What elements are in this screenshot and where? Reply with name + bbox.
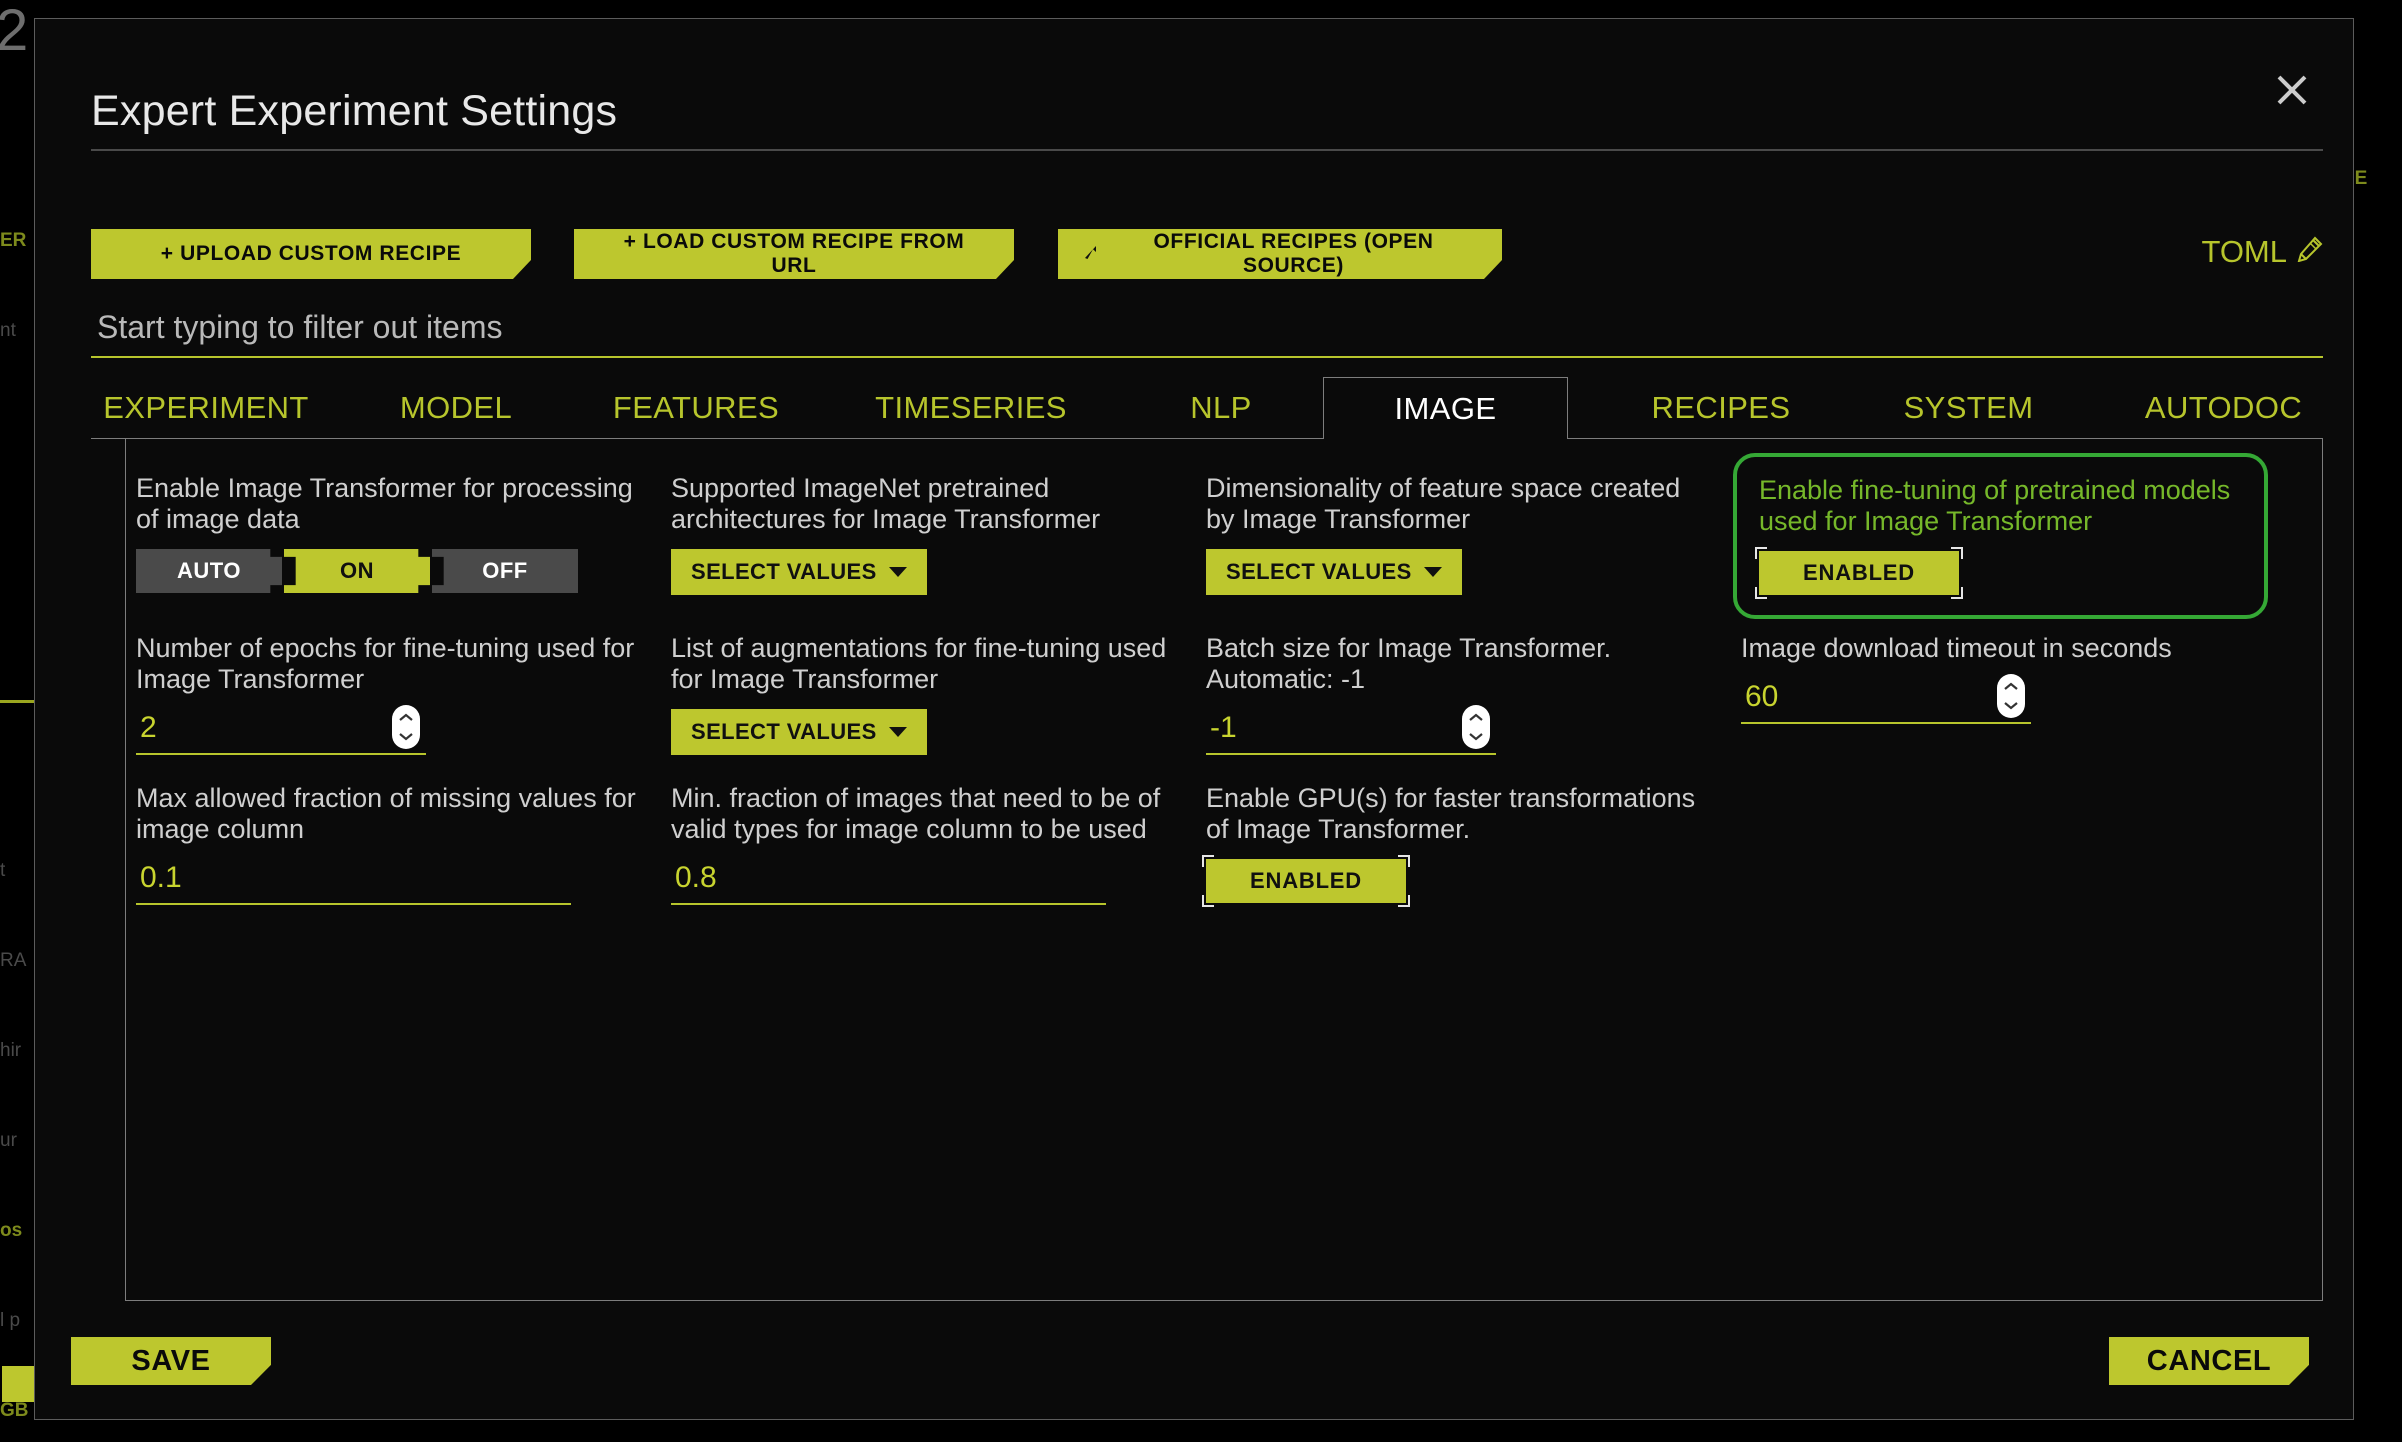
- setting-label: Image download timeout in seconds: [1741, 633, 2172, 663]
- toggle-option-on[interactable]: ON: [284, 549, 430, 593]
- official-recipes-label: OFFICIAL RECIPES (OPEN SOURCE): [1153, 230, 1434, 277]
- expert-settings-modal: Expert Experiment Settings + UPLOAD CUST…: [34, 18, 2354, 1420]
- chevron-down-icon: [888, 567, 907, 577]
- setting-enable-image-transformer: Enable Image Transformer for processing …: [136, 459, 671, 619]
- setting-label: Dimensionality of feature space created …: [1206, 473, 1681, 534]
- select-values-label: SELECT VALUES: [691, 719, 877, 744]
- tab-system[interactable]: SYSTEM: [1871, 377, 2066, 439]
- recipe-toolbar: + UPLOAD CUSTOM RECIPE + LOAD CUSTOM REC…: [91, 229, 2323, 281]
- setting-download-timeout: Image download timeout in seconds: [1741, 619, 2276, 769]
- gpu-enabled-button[interactable]: ENABLED: [1206, 859, 1406, 903]
- min-valid-fraction-field: [671, 859, 1106, 905]
- tab-recipes[interactable]: RECIPES: [1621, 377, 1821, 439]
- select-values-label: SELECT VALUES: [1226, 559, 1412, 584]
- augmentations-select-button[interactable]: SELECT VALUES: [671, 709, 927, 755]
- setting-max-missing-fraction: Max allowed fraction of missing values f…: [136, 769, 671, 919]
- tab-model[interactable]: MODEL: [371, 377, 541, 439]
- toggle-option-auto[interactable]: AUTO: [136, 549, 282, 593]
- upload-custom-recipe-button[interactable]: + UPLOAD CUSTOM RECIPE: [91, 229, 531, 279]
- load-custom-recipe-from-url-button[interactable]: + LOAD CUSTOM RECIPE FROM URL: [574, 229, 1014, 279]
- tab-features[interactable]: FEATURES: [596, 377, 796, 439]
- setting-label: Enable Image Transformer for processing …: [136, 473, 633, 534]
- image-settings-panel: Enable Image Transformer for processing …: [125, 439, 2323, 1301]
- download-timeout-input[interactable]: [1741, 678, 2031, 722]
- cancel-button[interactable]: CANCEL: [2109, 1337, 2309, 1385]
- grid-spacer: [1741, 769, 2276, 919]
- setting-batch-size: Batch size for Image Transformer. Automa…: [1206, 619, 1741, 769]
- stepper-icon[interactable]: [392, 705, 420, 749]
- image-transformer-toggle-group: AUTO ON OFF: [136, 549, 651, 593]
- min-valid-fraction-input[interactable]: [671, 859, 1106, 903]
- epochs-field: [136, 705, 426, 755]
- dimensionality-select-button[interactable]: SELECT VALUES: [1206, 549, 1462, 595]
- setting-imagenet-architectures: Supported ImageNet pretrained architectu…: [671, 459, 1206, 619]
- select-values-label: SELECT VALUES: [691, 559, 877, 584]
- fine-tuning-enabled-button[interactable]: ENABLED: [1759, 551, 1959, 595]
- tab-autodoc[interactable]: AUTODOC: [2116, 377, 2331, 439]
- max-missing-fraction-input[interactable]: [136, 859, 571, 903]
- toggle-option-off[interactable]: OFF: [432, 549, 578, 593]
- setting-enable-fine-tuning: Enable fine-tuning of pretrained models …: [1733, 453, 2268, 619]
- settings-tabs: EXPERIMENT MODEL FEATURES TIMESERIES NLP…: [91, 377, 2323, 439]
- setting-label: Supported ImageNet pretrained architectu…: [671, 473, 1101, 534]
- external-link-icon: [1082, 243, 1100, 267]
- tab-image[interactable]: IMAGE: [1323, 377, 1568, 439]
- setting-label: Enable fine-tuning of pretrained models …: [1759, 475, 2231, 536]
- setting-label: Min. fraction of images that need to be …: [671, 783, 1161, 844]
- settings-grid: Enable Image Transformer for processing …: [136, 453, 2316, 919]
- setting-min-valid-fraction: Min. fraction of images that need to be …: [671, 769, 1206, 919]
- background-big-number: 2: [0, 0, 29, 63]
- setting-label: Max allowed fraction of missing values f…: [136, 783, 636, 844]
- setting-epochs-fine-tuning: Number of epochs for fine-tuning used fo…: [136, 619, 671, 769]
- official-recipes-button[interactable]: OFFICIAL RECIPES (OPEN SOURCE): [1058, 229, 1502, 279]
- batch-size-input[interactable]: [1206, 709, 1496, 753]
- title-divider: [91, 149, 2323, 151]
- setting-label: List of augmentations for fine-tuning us…: [671, 633, 1167, 694]
- setting-label: Number of epochs for fine-tuning used fo…: [136, 633, 635, 694]
- toml-label: TOML: [2201, 234, 2287, 269]
- epochs-input[interactable]: [136, 709, 426, 753]
- filter-input[interactable]: [91, 309, 2323, 358]
- setting-label: Batch size for Image Transformer. Automa…: [1206, 633, 1612, 694]
- stepper-icon[interactable]: [1462, 705, 1490, 749]
- gpu-toggle-wrapper: ENABLED: [1202, 855, 1410, 907]
- fine-tuning-toggle-wrapper: ENABLED: [1755, 547, 1963, 599]
- filter-field-wrapper: [91, 309, 2323, 358]
- close-icon[interactable]: [2269, 67, 2315, 113]
- setting-enable-gpu: Enable GPU(s) for faster transformations…: [1202, 769, 1741, 919]
- chevron-down-icon: [888, 727, 907, 737]
- download-timeout-field: [1741, 674, 2031, 724]
- setting-dimensionality-feature-space: Dimensionality of feature space created …: [1206, 459, 1741, 619]
- max-missing-fraction-field: [136, 859, 571, 905]
- setting-augmentations-list: List of augmentations for fine-tuning us…: [671, 619, 1206, 769]
- tab-experiment[interactable]: EXPERIMENT: [91, 377, 321, 439]
- pencil-icon: [2297, 234, 2323, 270]
- batch-size-field: [1206, 705, 1496, 755]
- tab-timeseries[interactable]: TIMESERIES: [846, 377, 1096, 439]
- imagenet-architectures-select-button[interactable]: SELECT VALUES: [671, 549, 927, 595]
- setting-label: Enable GPU(s) for faster transformations…: [1206, 783, 1696, 844]
- toml-edit-link[interactable]: TOML: [2201, 234, 2323, 270]
- save-button[interactable]: SAVE: [71, 1337, 271, 1385]
- chevron-down-icon: [1423, 567, 1442, 577]
- tab-nlp[interactable]: NLP: [1156, 377, 1286, 439]
- page-title: Expert Experiment Settings: [91, 87, 618, 135]
- stepper-icon[interactable]: [1997, 674, 2025, 718]
